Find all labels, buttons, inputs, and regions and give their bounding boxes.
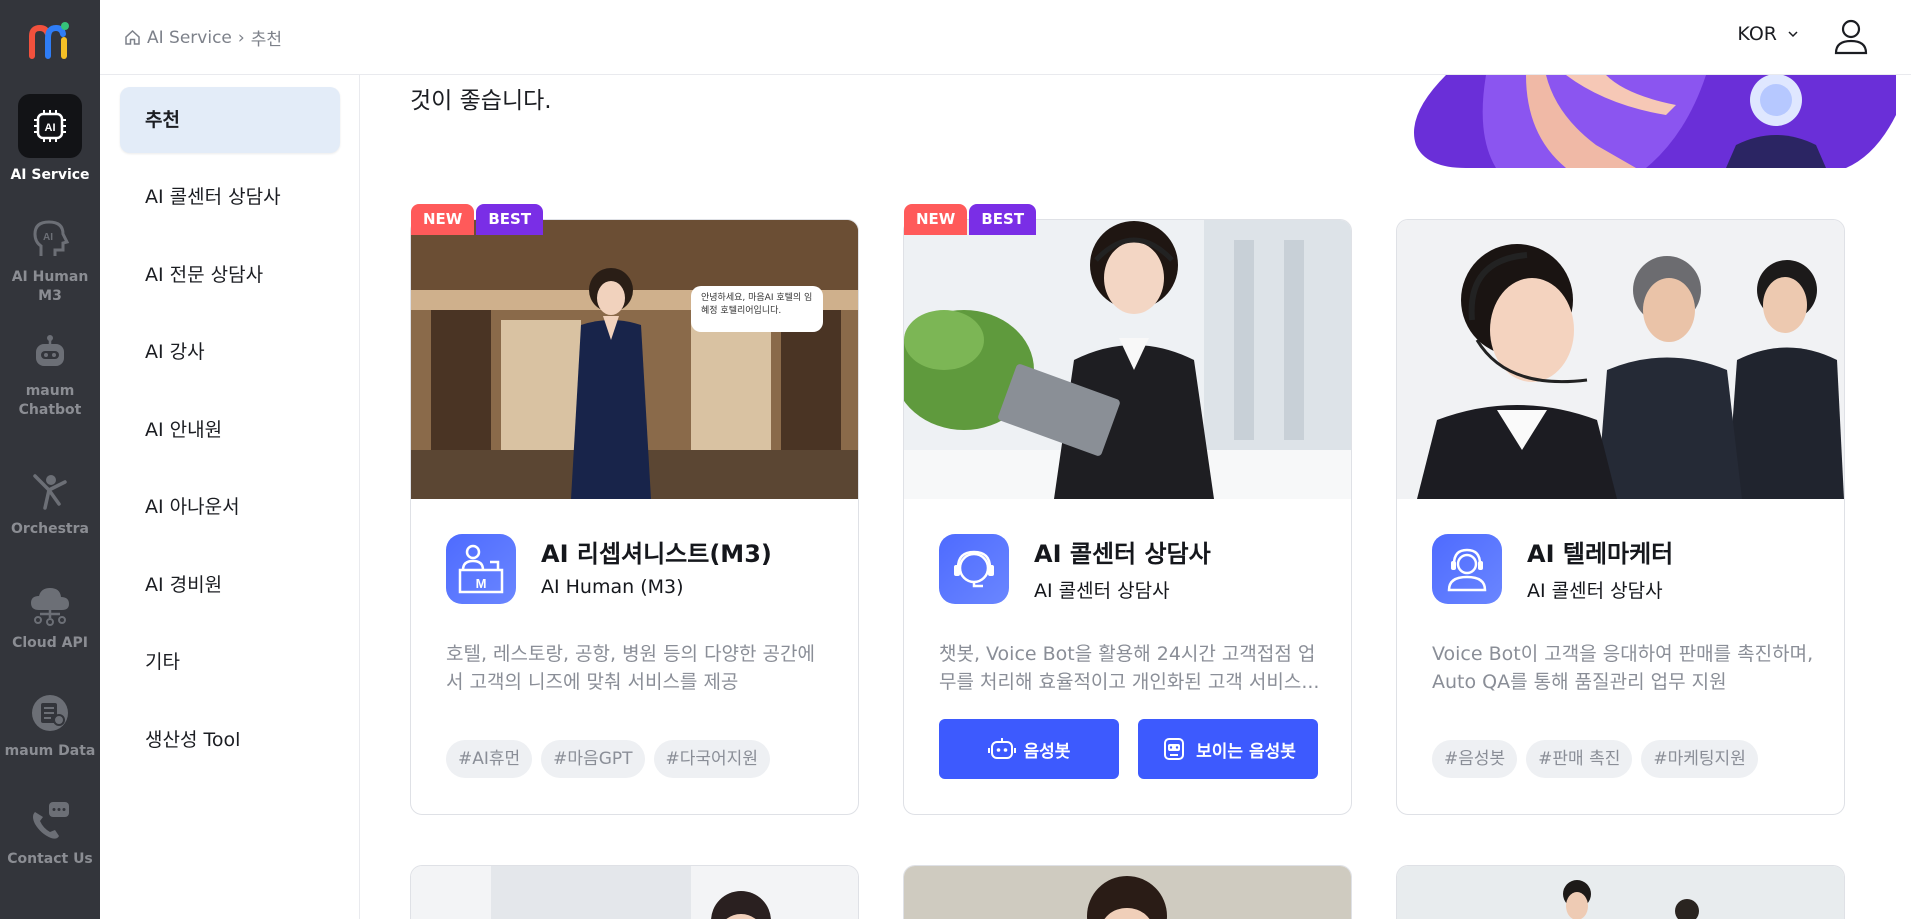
- service-card-telemarketer[interactable]: AI 텔레마케터 AI 콜센터 상담사 Voice Bot이 고객을 응대하여 …: [1396, 219, 1845, 815]
- rail-item-maum-data[interactable]: maum Data: [0, 690, 100, 761]
- speech-bubble: 안녕하세요, 마음AI 호텔의 임혜정 호텔리어입니다.: [691, 286, 823, 332]
- tag[interactable]: #판매 촉진: [1526, 740, 1633, 778]
- robot-icon: [36, 335, 64, 366]
- card-photo: [411, 866, 858, 919]
- rail-item-label: Contact Us: [7, 851, 93, 867]
- card-badges: NEW BEST: [411, 204, 544, 235]
- card-subtitle: AI 콜센터 상담사: [1034, 580, 1170, 602]
- data-doc-icon: [32, 695, 68, 731]
- svg-text:AI: AI: [43, 232, 53, 243]
- new-badge: NEW: [411, 204, 475, 235]
- submenu-item-ai-guard[interactable]: AI 경비원: [120, 552, 340, 618]
- chevron-down-icon: [1788, 31, 1798, 38]
- user-profile-icon[interactable]: [1831, 16, 1871, 56]
- service-card-partial[interactable]: [903, 865, 1352, 919]
- hero-illustration: [1414, 75, 1896, 168]
- service-card-partial[interactable]: [410, 865, 859, 919]
- home-icon[interactable]: [124, 29, 141, 46]
- card-description: 챗봇, Voice Bot을 활용해 24시간 고객접점 업무를 처리해 효율적…: [939, 643, 1320, 693]
- rail-item-ai-human-m3[interactable]: AI AI Human M3: [0, 216, 100, 306]
- ai-chip-icon: AI: [18, 94, 82, 158]
- card-photo: 안녕하세요, 마음AI 호텔의 임혜정 호텔리어입니다.: [411, 220, 858, 499]
- breadcrumb-current: 추천: [250, 30, 282, 50]
- rail-item-orchestra[interactable]: Orchestra: [0, 468, 100, 539]
- robot-screen-icon: [1164, 738, 1185, 760]
- card-tags: #AI휴먼 #마음GPT #다국어지원: [446, 740, 770, 778]
- top-header: AI Service › 추천 KOR: [100, 0, 1911, 75]
- svg-text:M: M: [476, 576, 487, 591]
- rail-item-maum-chatbot[interactable]: maum Chatbot: [0, 330, 100, 420]
- submenu-item-ai-announcer[interactable]: AI 아나운서: [120, 474, 340, 540]
- tag[interactable]: #마음GPT: [541, 740, 645, 778]
- submenu-item-recommended[interactable]: 추천: [120, 87, 340, 153]
- card-photo: [1397, 220, 1844, 499]
- conductor-icon: [33, 474, 67, 510]
- card-description: Voice Bot이 고객을 응대하여 판매를 촉진하며, Auto QA를 통…: [1432, 643, 1814, 693]
- rail-item-label: AI Human M3: [11, 269, 89, 304]
- card-tags: #음성봇 #판매 촉진 #마케팅지원: [1432, 740, 1758, 778]
- best-badge: BEST: [969, 204, 1037, 235]
- new-badge: NEW: [904, 204, 968, 235]
- intro-text: 것이 좋습니다.: [410, 88, 552, 114]
- phone-chat-icon: [33, 802, 69, 839]
- submenu-item-ai-callcenter[interactable]: AI 콜센터 상담사: [120, 164, 340, 230]
- language-label: KOR: [1737, 23, 1777, 45]
- card-title: AI 텔레마케터: [1527, 540, 1674, 568]
- tag[interactable]: #AI휴먼: [446, 740, 533, 778]
- rail-item-contact-us[interactable]: Contact Us: [0, 798, 100, 869]
- tag[interactable]: #마케팅지원: [1641, 740, 1758, 778]
- breadcrumb-separator: ›: [237, 27, 245, 48]
- rail-item-label: Cloud API: [12, 635, 88, 651]
- card-title: AI 리셉셔니스트(M3): [541, 540, 772, 568]
- ai-head-icon: AI: [33, 220, 70, 256]
- service-card-partial[interactable]: [1396, 865, 1845, 919]
- receptionist-icon: M: [446, 534, 516, 604]
- breadcrumb-root[interactable]: AI Service: [147, 28, 232, 48]
- card-photo: [1397, 866, 1844, 919]
- rail-item-cloud-api[interactable]: Cloud API: [0, 582, 100, 653]
- maum-logo[interactable]: [28, 20, 72, 60]
- card-photo: [904, 866, 1351, 919]
- tag[interactable]: #다국어지원: [653, 740, 770, 778]
- language-selector[interactable]: KOR: [1737, 23, 1799, 45]
- cloud-icon: [31, 588, 69, 626]
- rail-item-label: Orchestra: [11, 521, 89, 537]
- card-subtitle: AI 콜센터 상담사: [1527, 580, 1663, 602]
- voicebot-button-label: 음성봇: [1023, 741, 1071, 762]
- visible-voicebot-button-label: 보이는 음성봇: [1196, 741, 1296, 762]
- voicebot-button[interactable]: 음성봇: [939, 719, 1119, 779]
- card-subtitle: AI Human (M3): [541, 576, 684, 598]
- card-photo: [904, 220, 1351, 499]
- main-content: 것이 좋습니다. NEW BEST 안녕하세요, 마음AI 호텔의 임혜정 호텔…: [361, 75, 1911, 919]
- rail-item-label: maum Chatbot: [18, 383, 82, 418]
- rail-item-label: maum Data: [4, 743, 96, 759]
- submenu-item-productivity-tool[interactable]: 생산성 Tool: [120, 707, 340, 773]
- headset-icon: [939, 534, 1009, 604]
- tag[interactable]: #음성봇: [1432, 740, 1518, 778]
- submenu-item-ai-instructor[interactable]: AI 강사: [120, 319, 340, 385]
- submenu-item-ai-guide[interactable]: AI 안내원: [120, 397, 340, 463]
- card-description: 호텔, 레스토랑, 공항, 병원 등의 다양한 공간에서 고객의 니즈에 맞춰 …: [446, 643, 815, 693]
- category-submenu: 추천 AI 콜센터 상담사 AI 전문 상담사 AI 강사 AI 안내원 AI …: [100, 75, 360, 919]
- submenu-item-ai-expert[interactable]: AI 전문 상담사: [120, 242, 340, 308]
- main-nav-rail: AI AI Service AI AI Human M3 maum Chatbo…: [0, 0, 100, 919]
- svg-text:AI: AI: [45, 122, 56, 134]
- robot-icon: [987, 738, 1016, 759]
- telemarketer-icon: [1432, 534, 1502, 604]
- best-badge: BEST: [476, 204, 544, 235]
- card-badges: NEW BEST: [904, 204, 1037, 235]
- breadcrumb: AI Service › 추천: [124, 25, 282, 50]
- submenu-item-etc[interactable]: 기타: [120, 629, 340, 695]
- service-card-receptionist[interactable]: NEW BEST 안녕하세요, 마음AI 호텔의 임혜정 호텔리어입니다. M: [410, 204, 859, 815]
- visible-voicebot-button[interactable]: 보이는 음성봇: [1138, 719, 1318, 779]
- rail-item-label: AI Service: [10, 167, 90, 183]
- card-title: AI 콜센터 상담사: [1034, 540, 1211, 568]
- rail-item-ai-service[interactable]: AI AI Service: [0, 94, 100, 185]
- service-card-callcenter[interactable]: NEW BEST AI 콜센터 상담사 AI 콜센터 상담사 챗봇, Voice…: [903, 204, 1352, 815]
